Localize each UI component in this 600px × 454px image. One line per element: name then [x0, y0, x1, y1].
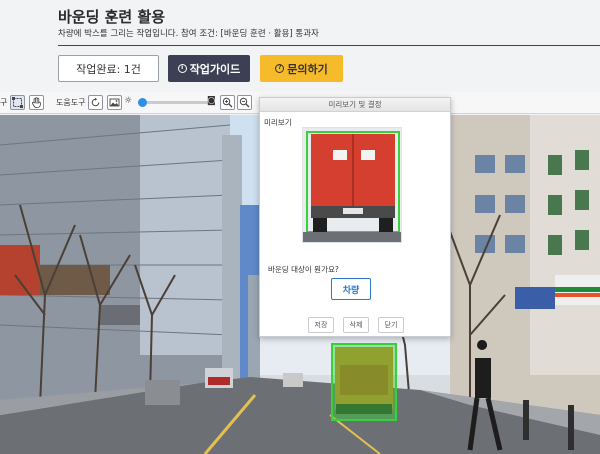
delete-button-label: 삭제 [349, 321, 363, 329]
save-button-label: 저장 [314, 321, 328, 329]
preview-thumbnail [302, 127, 402, 243]
contrast-icon: ◙ [207, 96, 216, 106]
page-title: 바운딩 훈련 활용 [58, 8, 166, 26]
category-vehicle-label: 차량 [342, 285, 360, 296]
page-header: 바운딩 훈련 활용 차량에 박스를 그리는 작업입니다. 참여 조건: [바운딩… [0, 0, 600, 92]
brightness-icon: ☼ [124, 96, 133, 106]
brightness-slider-knob[interactable] [138, 98, 147, 107]
truck-preview-image [303, 128, 401, 242]
image-icon[interactable] [107, 95, 122, 110]
zoom-in-icon[interactable] [220, 95, 235, 110]
preview-dialog: 미리보기 및 결정 미리보기 바운딩 대상이 뭔가요? 차량 저장 삭제 닫기 [259, 97, 451, 337]
zoom-out-icon[interactable] [237, 95, 252, 110]
header-divider [58, 45, 600, 46]
dialog-title[interactable]: 미리보기 및 결정 [260, 98, 450, 112]
bounding-box[interactable] [331, 343, 397, 421]
info-icon: i [177, 64, 187, 73]
inquiry-button[interactable]: ? 문의하기 [260, 55, 343, 82]
preview-label: 미리보기 [264, 118, 292, 127]
target-question: 바운딩 대상이 뭔가요? [268, 265, 339, 274]
page-subtitle: 차량에 박스를 그리는 작업입니다. 참여 조건: [바운딩 훈련 · 활용] … [58, 29, 319, 39]
brightness-slider[interactable] [138, 98, 208, 107]
hand-icon[interactable] [29, 95, 44, 110]
inquiry-button-label: 문의하기 [287, 62, 328, 76]
guide-button-label: 작업가이드 [189, 62, 241, 76]
toolbar-cut-label: 구 [0, 98, 8, 107]
close-button[interactable]: 닫기 [378, 317, 404, 333]
box-select-icon[interactable] [10, 95, 25, 110]
helper-tools-label: 도움도구 [56, 98, 86, 107]
guide-button[interactable]: i 작업가이드 [168, 55, 250, 82]
completed-count-label: 작업완료: 1건 [76, 62, 141, 76]
save-button[interactable]: 저장 [308, 317, 334, 333]
question-icon: ? [275, 64, 285, 73]
rotate-icon[interactable] [88, 95, 103, 110]
close-button-label: 닫기 [384, 321, 398, 329]
category-vehicle-button[interactable]: 차량 [331, 278, 371, 300]
delete-button[interactable]: 삭제 [343, 317, 369, 333]
completed-count-button[interactable]: 작업완료: 1건 [58, 55, 159, 82]
